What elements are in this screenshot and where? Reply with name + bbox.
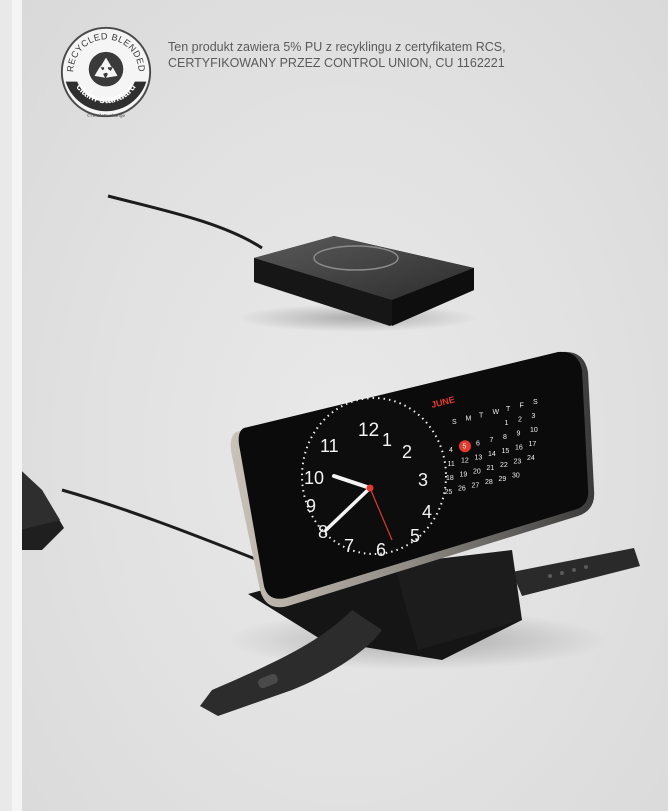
left-edge-margin [12,0,22,811]
calendar-weekday: T [479,412,484,419]
calendar-day: 20 [473,468,481,475]
calendar-day: 29 [499,476,507,483]
calendar-weekday: S [452,419,457,426]
calendar-weekday: F [520,403,524,410]
calendar-day: 5 [463,444,467,451]
rcs-certification-logo: RECYCLED BLENDED claim standard ©Textile… [60,26,152,119]
clock-number-5: 5 [410,526,420,546]
clock-number-11: 11 [320,436,339,456]
certification-line-2: CERTYFIKOWANY PRZEZ CONTROL UNION, CU 11… [168,56,505,70]
calendar-day: 13 [475,454,483,461]
clock-center [366,484,374,492]
watch-band-right [512,548,640,596]
calendar-day: 2 [518,417,522,424]
clock-number-6: 6 [376,540,386,560]
calendar-day: 27 [472,482,480,489]
calendar-day: 19 [460,472,468,479]
clock-number-2: 2 [402,442,412,462]
clock-number-3: 3 [418,470,428,490]
calendar-day: 4 [449,447,453,454]
calendar-day: 17 [529,441,537,448]
certification-line-1: Ten produkt zawiera 5% PU z recyklingu z… [168,40,506,54]
calendar-day: 11 [448,461,455,468]
product-photo: 12 1 2 3 4 5 6 7 8 9 10 11 JUNE SMTWTF S… [22,0,668,811]
calendar-day: 21 [487,465,495,472]
calendar-day: 28 [485,479,493,486]
partial-pad-left [22,471,64,550]
calendar-day: 25 [445,489,453,496]
calendar-day: 8 [503,434,507,441]
calendar-day: 22 [500,462,508,469]
calendar-day: 30 [512,473,520,480]
calendar-day: 3 [532,413,536,420]
calendar-day: 18 [446,475,454,482]
left-edge-strip [0,0,12,811]
calendar-day: 6 [476,440,480,447]
calendar-weekday: S [533,399,538,406]
calendar-day: 7 [490,437,494,444]
calendar-weekday: M [466,416,472,423]
clock-number-7: 7 [344,536,354,556]
clock-number-4: 4 [422,502,432,522]
stand-cable [61,488,259,562]
calendar-day: 23 [514,459,522,466]
calendar-day: 14 [488,451,496,458]
clock-number-1: 1 [382,430,392,450]
recycle-icon [88,51,124,87]
calendar-weekday: T [506,406,511,413]
product-scene: 12 1 2 3 4 5 6 7 8 9 10 11 JUNE SMTWTF S… [22,194,640,716]
calendar-day: 1 [505,420,509,427]
calendar-day: 12 [461,458,469,465]
clock-number-8: 8 [318,522,328,542]
clock-number-12: 12 [358,420,379,441]
calendar-weekday: W [493,409,500,416]
calendar-day: 15 [502,448,510,455]
certification-text: Ten produkt zawiera 5% PU z recyklingu z… [168,39,668,71]
wireless-power-bank [237,236,477,332]
powerbank-cable [107,194,263,250]
clock-number-10: 10 [304,468,324,488]
calendar-day: 24 [527,455,535,462]
calendar-day: 16 [515,445,523,452]
clock-number-9: 9 [306,496,316,516]
calendar-day: 26 [458,486,466,493]
calendar-day: 9 [517,431,521,438]
calendar-day: 10 [530,427,538,434]
